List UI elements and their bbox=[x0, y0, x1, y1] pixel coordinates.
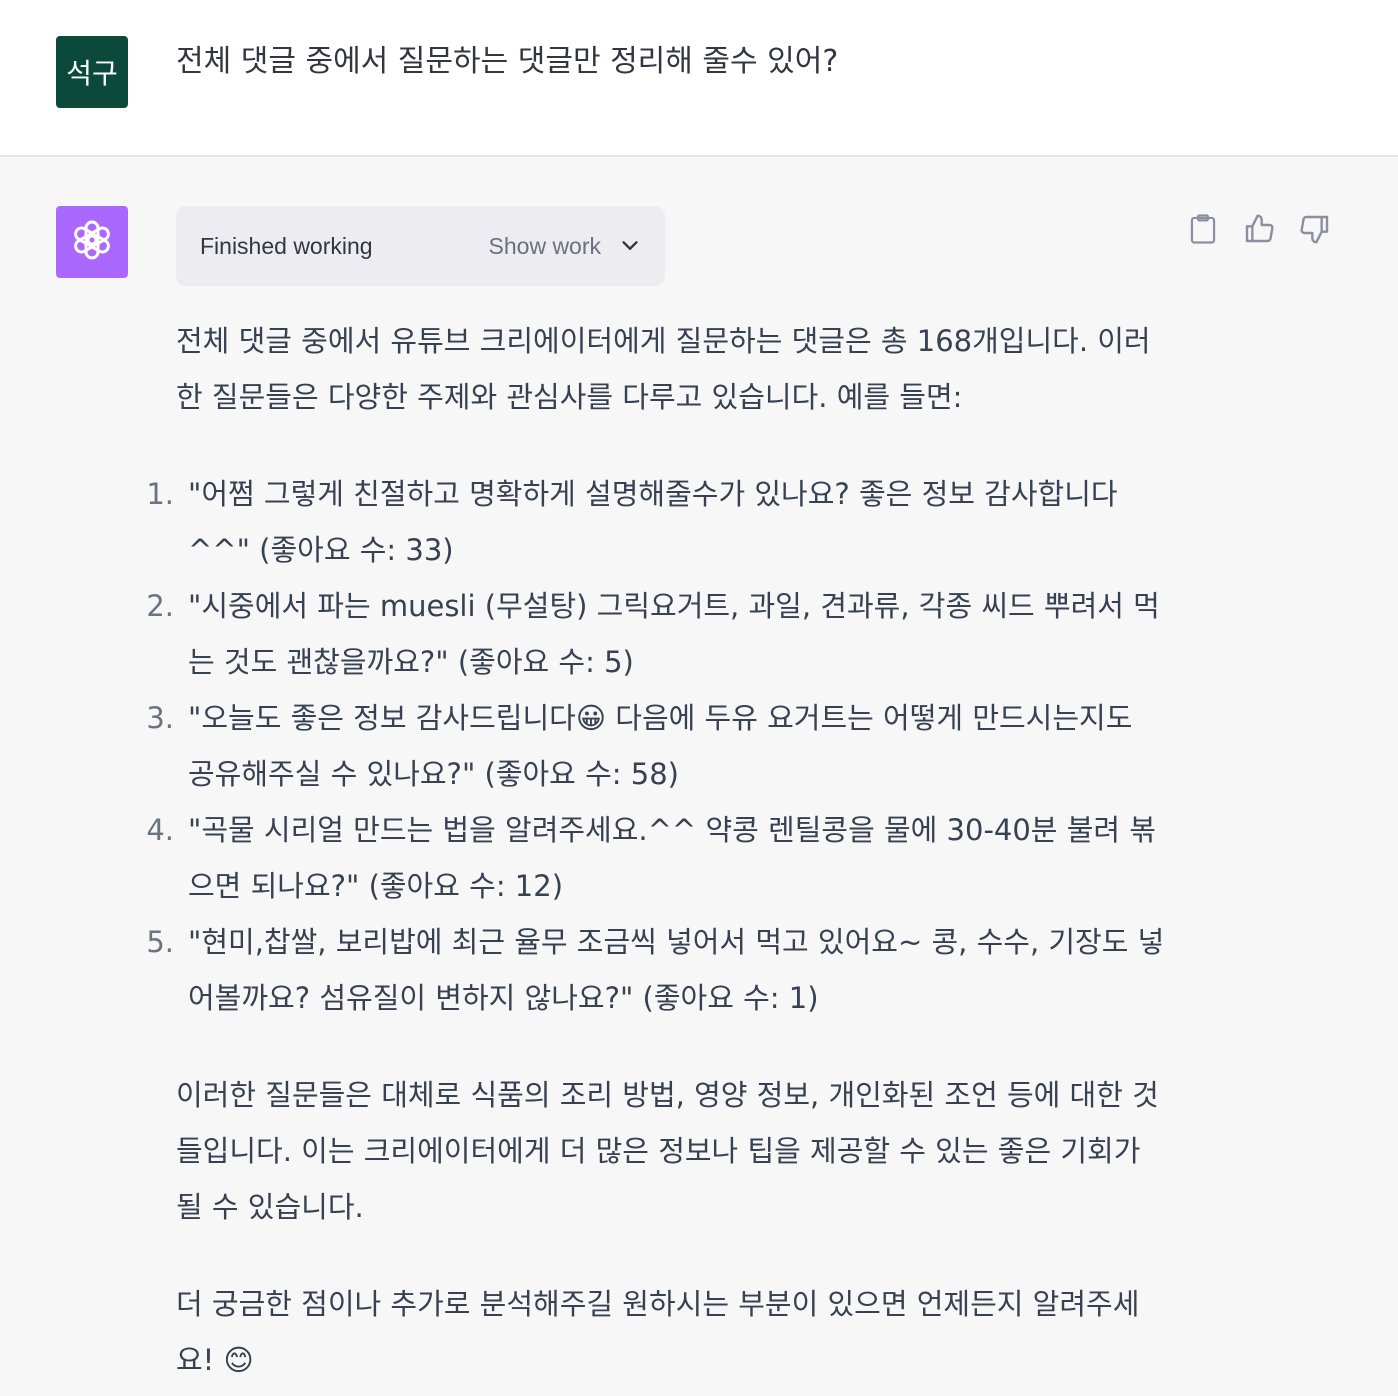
user-avatar-text: 석구 bbox=[66, 57, 118, 90]
assistant-message-row: Finished working Show work 전체 댓글 중에서 유튜브… bbox=[0, 157, 1398, 1396]
chevron-down-icon bbox=[619, 235, 641, 257]
list-item: 5. "현미,찹쌀, 보리밥에 최근 율무 조금씩 넣어서 먹고 있어요~ 콩,… bbox=[146, 914, 1166, 1026]
thumbs-down-icon bbox=[1299, 213, 1331, 250]
assistant-avatar bbox=[56, 206, 128, 278]
openai-logo-icon bbox=[67, 215, 117, 270]
list-item: 3. "오늘도 좋은 정보 감사드립니다😀 다음에 두유 요거트는 어떻게 만드… bbox=[146, 690, 1166, 802]
show-work-label: Show work bbox=[488, 232, 601, 259]
clipboard-icon bbox=[1188, 213, 1218, 250]
list-item-text: "현미,찹쌀, 보리밥에 최근 율무 조금씩 넣어서 먹고 있어요~ 콩, 수수… bbox=[188, 925, 1165, 1015]
message-actions bbox=[1186, 213, 1332, 250]
intro-paragraph: 전체 댓글 중에서 유튜브 크리에이터에게 질문하는 댓글은 총 168개입니다… bbox=[176, 324, 1151, 414]
user-avatar: 석구 bbox=[56, 36, 128, 108]
user-message-row: 석구 전체 댓글 중에서 질문하는 댓글만 정리해 줄수 있어? bbox=[0, 0, 1398, 157]
work-status-panel: Finished working Show work bbox=[176, 206, 665, 286]
closing-paragraph: 더 궁금한 점이나 추가로 분석해주길 원하시는 부분이 있으면 언제든지 알려… bbox=[176, 1287, 1140, 1377]
question-list: 1. "어쩜 그렇게 친절하고 명확하게 설명해줄수가 있나요? 좋은 정보 감… bbox=[146, 466, 1166, 1026]
work-status-label: Finished working bbox=[200, 232, 373, 259]
list-item-number: 3. bbox=[146, 701, 174, 735]
thumbs-down-button[interactable] bbox=[1298, 214, 1332, 248]
list-item-number: 2. bbox=[146, 589, 174, 623]
thumbs-up-icon bbox=[1243, 213, 1275, 250]
list-item-text: "시중에서 파는 muesli (무설탕) 그릭요거트, 과일, 견과류, 각종… bbox=[188, 589, 1160, 679]
list-item: 4. "곡물 시리얼 만드는 법을 알려주세요.^^ 약콩 렌틸콩을 물에 30… bbox=[146, 802, 1166, 914]
list-item-text: "어쩜 그렇게 친절하고 명확하게 설명해줄수가 있나요? 좋은 정보 감사합니… bbox=[188, 477, 1118, 567]
user-message-text: 전체 댓글 중에서 질문하는 댓글만 정리해 줄수 있어? bbox=[176, 44, 839, 79]
list-item-text: "오늘도 좋은 정보 감사드립니다😀 다음에 두유 요거트는 어떻게 만드시는지… bbox=[188, 701, 1133, 791]
list-item-number: 4. bbox=[146, 813, 174, 847]
summary-paragraph: 이러한 질문들은 대체로 식품의 조리 방법, 영양 정보, 개인화된 조언 등… bbox=[176, 1078, 1159, 1224]
copy-button[interactable] bbox=[1186, 213, 1220, 250]
assistant-message-content: 전체 댓글 중에서 유튜브 크리에이터에게 질문하는 댓글은 총 168개입니다… bbox=[146, 313, 1166, 1388]
thumbs-up-button[interactable] bbox=[1242, 213, 1276, 250]
list-item-number: 5. bbox=[146, 925, 174, 959]
list-item-number: 1. bbox=[146, 477, 174, 511]
list-item: 2. "시중에서 파는 muesli (무설탕) 그릭요거트, 과일, 견과류,… bbox=[146, 578, 1166, 690]
list-item: 1. "어쩜 그렇게 친절하고 명확하게 설명해줄수가 있나요? 좋은 정보 감… bbox=[146, 466, 1166, 578]
show-work-button[interactable]: Show work bbox=[489, 206, 641, 286]
list-item-text: "곡물 시리얼 만드는 법을 알려주세요.^^ 약콩 렌틸콩을 물에 30-40… bbox=[188, 813, 1156, 903]
